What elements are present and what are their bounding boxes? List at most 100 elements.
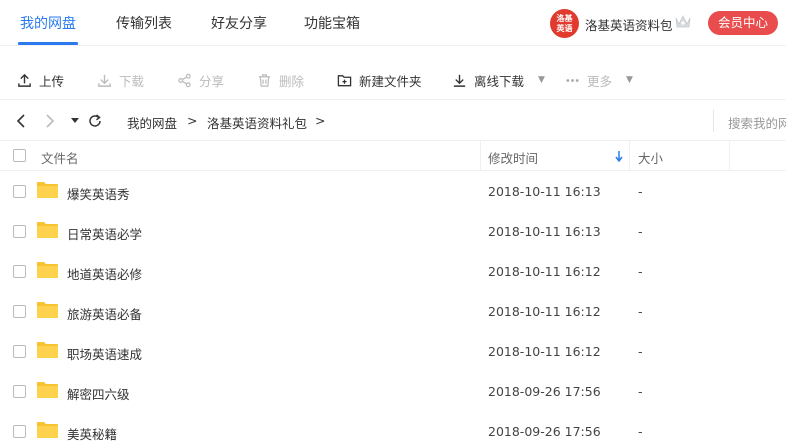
forward-button[interactable] [42,112,58,130]
sort-desc-icon[interactable] [615,151,623,162]
file-size: - [638,424,643,439]
active-tab-indicator [18,42,78,45]
folder-icon [37,262,58,278]
file-size: - [638,304,643,319]
breadcrumb-current[interactable]: 洛基英语资料礼包 [207,113,307,132]
breadcrumb-bar: 我的网盘 > 洛基英语资料礼包 > 搜索我的网盘文件 [0,101,786,141]
username[interactable]: 洛基英语资料包 [585,15,673,34]
offline-download-button[interactable]: 离线下载 ▼ [452,71,545,89]
refresh-icon [89,114,101,127]
tab-feature-box[interactable]: 功能宝箱 [304,13,360,33]
tab-friend-share[interactable]: 好友分享 [211,13,267,33]
row-checkbox[interactable] [13,185,26,198]
new-folder-button[interactable]: 新建文件夹 [337,71,422,89]
file-modified: 2018-10-11 16:13 [488,184,601,199]
file-name[interactable]: 职场英语速成 [67,344,142,363]
file-modified: 2018-10-11 16:13 [488,224,601,239]
vip-center-button[interactable]: 会员中心 [708,11,778,35]
caret-down-icon [71,118,79,123]
trash-icon [258,73,271,87]
file-size: - [638,184,643,199]
table-row[interactable]: 美英秘籍 2018-09-26 17:56 - [0,411,786,447]
breadcrumb-root[interactable]: 我的网盘 [127,113,177,132]
column-header-modified[interactable]: 修改时间 [488,148,538,167]
file-modified: 2018-09-26 17:56 [488,424,601,439]
column-divider [729,141,730,171]
tab-my-disk[interactable]: 我的网盘 [20,13,76,33]
column-divider [480,141,481,171]
download-label: 下载 [119,73,145,89]
more-label: 更多 [587,73,613,89]
share-button[interactable]: 分享 [177,71,224,89]
row-checkbox[interactable] [13,225,26,238]
breadcrumb-separator: > [315,113,326,128]
back-arrow-icon [16,114,25,128]
download-button[interactable]: 下载 [97,71,144,89]
column-header-name[interactable]: 文件名 [41,148,79,167]
file-size: - [638,384,643,399]
row-checkbox[interactable] [13,265,26,278]
row-checkbox[interactable] [13,425,26,438]
offline-download-icon [453,74,466,87]
select-all-checkbox[interactable] [13,149,26,162]
table-row[interactable]: 旅游英语必备 2018-10-11 16:12 - [0,291,786,331]
chevron-down-icon: ▼ [626,75,633,85]
column-header-size[interactable]: 大小 [638,148,663,167]
file-table-header: 文件名 修改时间 大小 [0,141,786,171]
file-modified: 2018-10-11 16:12 [488,344,601,359]
folder-icon [37,422,58,438]
row-checkbox[interactable] [13,305,26,318]
file-modified: 2018-09-26 17:56 [488,384,601,399]
delete-button[interactable]: 删除 [257,71,304,89]
forward-arrow-icon [46,114,55,128]
offline-download-label: 离线下载 [474,73,525,89]
divider [713,110,714,132]
avatar-text: 洛基英语 [556,14,573,33]
upload-label: 上传 [39,73,65,89]
share-icon [178,73,191,87]
more-dots-icon [566,78,579,82]
file-name[interactable]: 爆笑英语秀 [67,184,130,203]
table-row[interactable]: 爆笑英语秀 2018-10-11 16:13 - [0,171,786,211]
refresh-button[interactable] [87,112,103,130]
file-name[interactable]: 日常英语必学 [67,224,142,243]
file-name[interactable]: 解密四六级 [67,384,130,403]
history-dropdown[interactable] [67,112,83,130]
file-modified: 2018-10-11 16:12 [488,304,601,319]
top-nav: 我的网盘 传输列表 好友分享 功能宝箱 洛基英语 洛基英语资料包 会员中心 [0,0,786,46]
crown-icon [675,15,691,28]
chevron-down-icon: ▼ [538,75,545,85]
folder-icon [37,182,58,198]
table-row[interactable]: 解密四六级 2018-09-26 17:56 - [0,371,786,411]
delete-label: 删除 [279,73,305,89]
table-row[interactable]: 地道英语必修 2018-10-11 16:12 - [0,251,786,291]
upload-button[interactable]: 上传 [17,71,64,89]
share-label: 分享 [199,73,225,89]
row-checkbox[interactable] [13,385,26,398]
table-row[interactable]: 职场英语速成 2018-10-11 16:12 - [0,331,786,371]
new-folder-icon [337,74,352,86]
avatar[interactable]: 洛基英语 [550,9,579,38]
tab-transfer-list[interactable]: 传输列表 [116,13,172,33]
file-size: - [638,264,643,279]
download-icon [98,74,111,87]
file-name[interactable]: 旅游英语必备 [67,304,142,323]
file-modified: 2018-10-11 16:12 [488,264,601,279]
column-divider [629,141,630,171]
new-folder-label: 新建文件夹 [359,73,422,89]
folder-icon [37,382,58,398]
file-name[interactable]: 美英秘籍 [67,424,117,443]
folder-icon [37,302,58,318]
folder-icon [37,222,58,238]
toolbar: 上传 下载 分享 删除 新建文件夹 离线下载 ▼ 更多 ▼ [0,60,786,100]
file-size: - [638,224,643,239]
file-size: - [638,344,643,359]
table-row[interactable]: 日常英语必学 2018-10-11 16:13 - [0,211,786,251]
upload-icon [18,73,31,87]
search-input[interactable]: 搜索我的网盘文件 [728,113,786,132]
file-name[interactable]: 地道英语必修 [67,264,142,283]
row-checkbox[interactable] [13,345,26,358]
back-button[interactable] [13,112,29,130]
folder-icon [37,342,58,358]
more-button[interactable]: 更多 ▼ [565,71,633,89]
